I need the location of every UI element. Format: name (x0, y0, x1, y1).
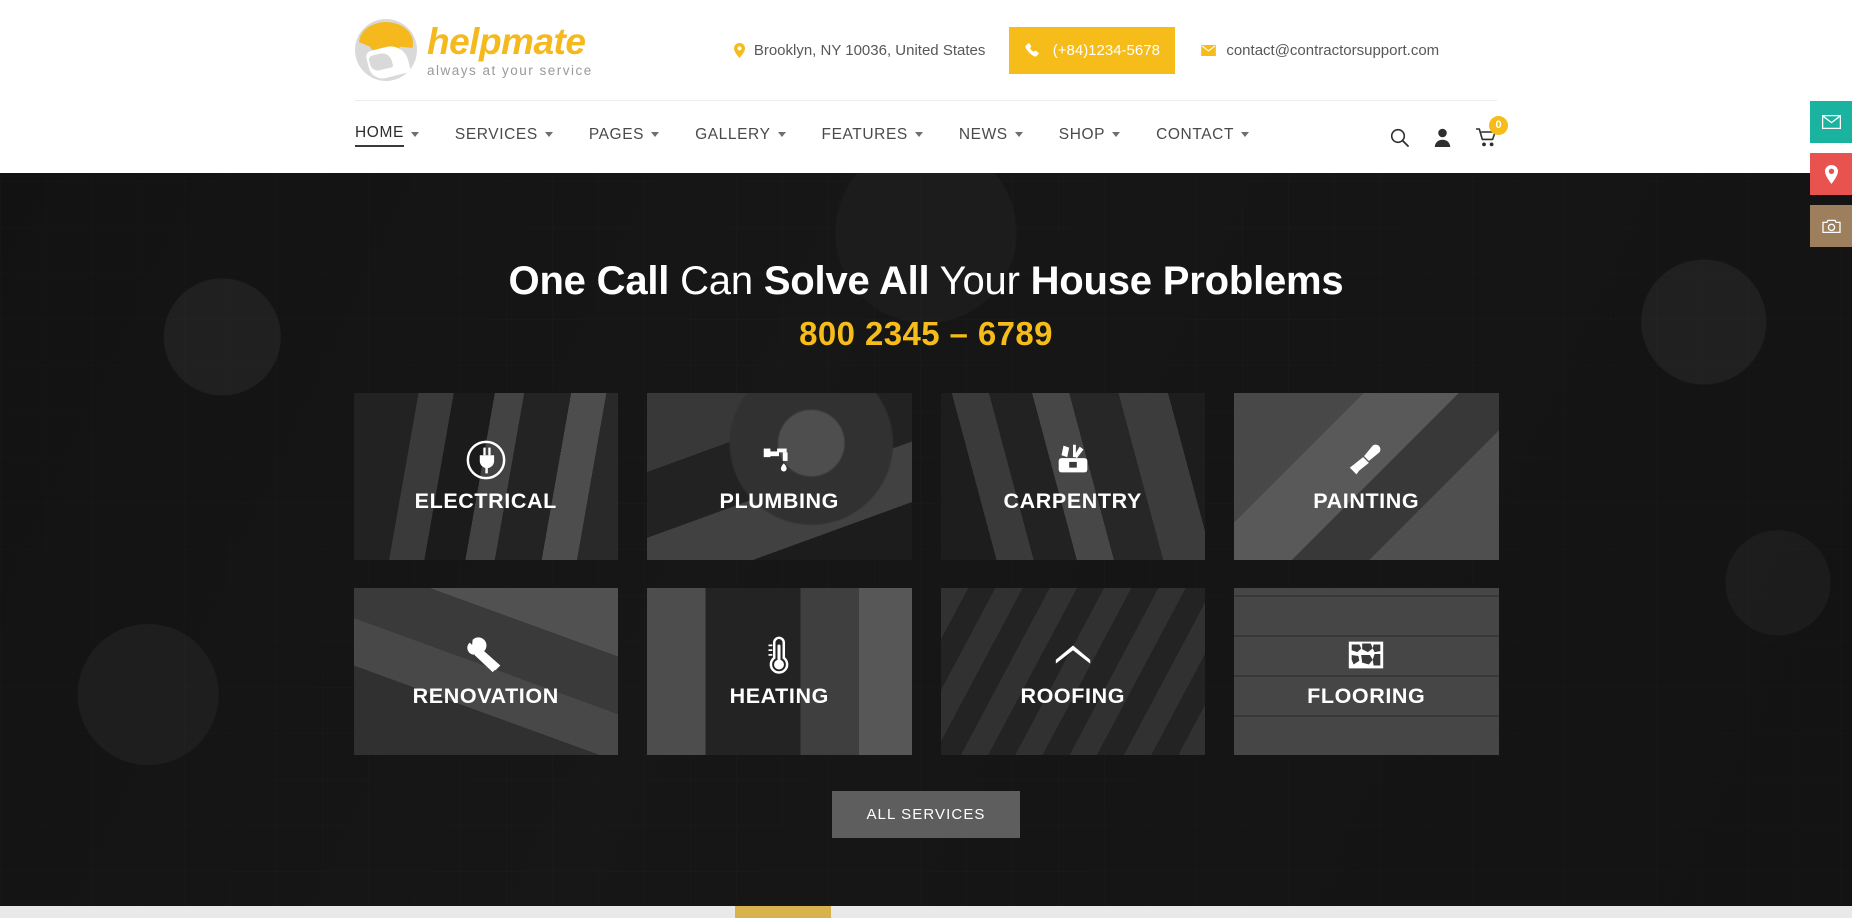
service-label: PLUMBING (719, 489, 839, 513)
header-phone-text: (+84)1234-5678 (1052, 41, 1160, 59)
side-tab-strip (1810, 101, 1852, 257)
toolbox-icon (1058, 444, 1088, 473)
hero-heading-part-4: Your (929, 259, 1031, 303)
nav-item-pages[interactable]: PAGES (588, 126, 660, 148)
cart-button[interactable]: 0 (1476, 115, 1508, 147)
chevron-down-icon (1014, 132, 1023, 137)
header-address: Brooklyn, NY 10036, United States (733, 41, 986, 59)
service-label: RENOVATION (412, 684, 559, 708)
nav-item-home[interactable]: HOME (355, 124, 419, 151)
service-label: CARPENTRY (1003, 489, 1142, 513)
user-icon (1434, 128, 1451, 147)
service-tile-electrical[interactable]: ELECTRICAL (353, 393, 618, 560)
hero-heading-part-2: Can (669, 259, 764, 303)
nav-item-news[interactable]: NEWS (959, 126, 1023, 148)
main-navigation: HOME SERVICES PAGES GALLERY FEATURES NEW… (0, 101, 1852, 173)
envelope-icon (1201, 44, 1217, 56)
chevron-down-icon (651, 132, 660, 137)
service-label: ROOFING (1020, 684, 1126, 708)
nav-label: SERVICES (454, 126, 538, 143)
chevron-down-icon (777, 132, 786, 137)
chevron-down-icon (410, 132, 419, 137)
service-tile-roofing[interactable]: ROOFING (940, 588, 1205, 755)
roof-icon (1055, 645, 1090, 664)
service-label: HEATING (729, 684, 829, 708)
site-logo[interactable]: helpmate always at your service (355, 19, 593, 81)
nav-label: NEWS (958, 126, 1008, 143)
chevron-down-icon (1112, 132, 1121, 137)
logo-tagline: always at your service (427, 62, 593, 78)
all-services-button[interactable]: ALL SERVICES (832, 791, 1020, 838)
service-tile-painting[interactable]: PAINTING (1234, 393, 1499, 560)
location-pin-icon (733, 42, 745, 58)
nav-item-services[interactable]: SERVICES (455, 126, 553, 148)
electrical-plug-icon (466, 440, 506, 480)
hero-heading-part-5: House Problems (1030, 259, 1344, 303)
side-tab-gallery[interactable] (1810, 205, 1852, 247)
site-header: helpmate always at your service Brooklyn… (0, 0, 1852, 173)
nav-label: HOME (355, 124, 404, 147)
logo-brand-name: helpmate (427, 20, 586, 62)
hero-heading-part-3: Solve All (763, 259, 930, 303)
service-label: ELECTRICAL (414, 489, 557, 513)
map-pin-icon (1824, 164, 1838, 184)
thermometer-icon (768, 636, 789, 674)
search-icon (1390, 128, 1409, 147)
hero-heading: One Call Can Solve All Your House Proble… (0, 257, 1852, 305)
header-address-text: Brooklyn, NY 10036, United States (753, 41, 986, 59)
camera-icon (1821, 219, 1841, 233)
paintbrush-icon (1350, 444, 1381, 475)
hammer-wrench-icon (467, 637, 501, 673)
header-email-text: contact@contractorsupport.com (1226, 41, 1440, 59)
page-root: helpmate always at your service Brooklyn… (0, 0, 1852, 918)
header-contact-group: Brooklyn, NY 10036, United States (+84)1… (733, 26, 1439, 74)
chevron-down-icon (914, 132, 923, 137)
nav-label: PAGES (588, 126, 645, 143)
side-tab-email[interactable] (1810, 101, 1852, 143)
helpmate-handshake-logo-icon (355, 19, 417, 81)
nav-item-contact[interactable]: CONTACT (1156, 126, 1250, 148)
hero-heading-part-1: One Call (508, 259, 670, 303)
phone-icon (1025, 42, 1039, 57)
service-tile-flooring[interactable]: FLOORING (1234, 588, 1499, 755)
stone-tile-icon (1349, 641, 1384, 669)
header-email[interactable]: contact@contractorsupport.com (1201, 42, 1439, 59)
search-button[interactable] (1390, 128, 1409, 147)
service-tile-plumbing[interactable]: PLUMBING (647, 393, 912, 560)
nav-label: GALLERY (695, 126, 771, 143)
chevron-down-icon (544, 132, 553, 137)
header-top-bar: helpmate always at your service Brooklyn… (0, 0, 1852, 100)
faucet-drop-icon (763, 448, 788, 472)
bottom-accent-strip (735, 906, 831, 918)
chevron-down-icon (1241, 132, 1250, 137)
nav-label: CONTACT (1156, 126, 1235, 143)
page-bottom-edge (0, 906, 1852, 918)
service-label: PAINTING (1313, 489, 1420, 513)
side-tab-location[interactable] (1810, 153, 1852, 195)
nav-label: SHOP (1058, 126, 1106, 143)
service-tile-carpentry[interactable]: CARPENTRY (940, 393, 1205, 560)
nav-item-shop[interactable]: SHOP (1058, 126, 1121, 148)
nav-utility-icons: 0 (1390, 115, 1508, 147)
envelope-icon (1821, 115, 1841, 129)
nav-item-gallery[interactable]: GALLERY (695, 126, 786, 148)
nav-item-features[interactable]: FEATURES (822, 126, 923, 148)
service-tile-heating[interactable]: HEATING (647, 588, 912, 755)
account-button[interactable] (1434, 128, 1451, 147)
header-phone-button[interactable]: (+84)1234-5678 (1009, 26, 1176, 74)
service-tile-renovation[interactable]: RENOVATION (353, 588, 618, 755)
hero-section: One Call Can Solve All Your House Proble… (0, 173, 1852, 918)
nav-label: FEATURES (821, 126, 908, 143)
services-grid: ELECTRICAL PLUMBING CARPENTRY PAINTING R… (353, 393, 1499, 755)
all-services-wrapper: ALL SERVICES (0, 791, 1852, 838)
hero-phone-number: 800 2345 – 6789 (799, 315, 1053, 352)
nav-list: HOME SERVICES PAGES GALLERY FEATURES NEW… (355, 124, 1250, 151)
cart-count-badge: 0 (1489, 115, 1508, 135)
service-label: FLOORING (1307, 684, 1426, 708)
hero-content: One Call Can Solve All Your House Proble… (0, 173, 1852, 353)
